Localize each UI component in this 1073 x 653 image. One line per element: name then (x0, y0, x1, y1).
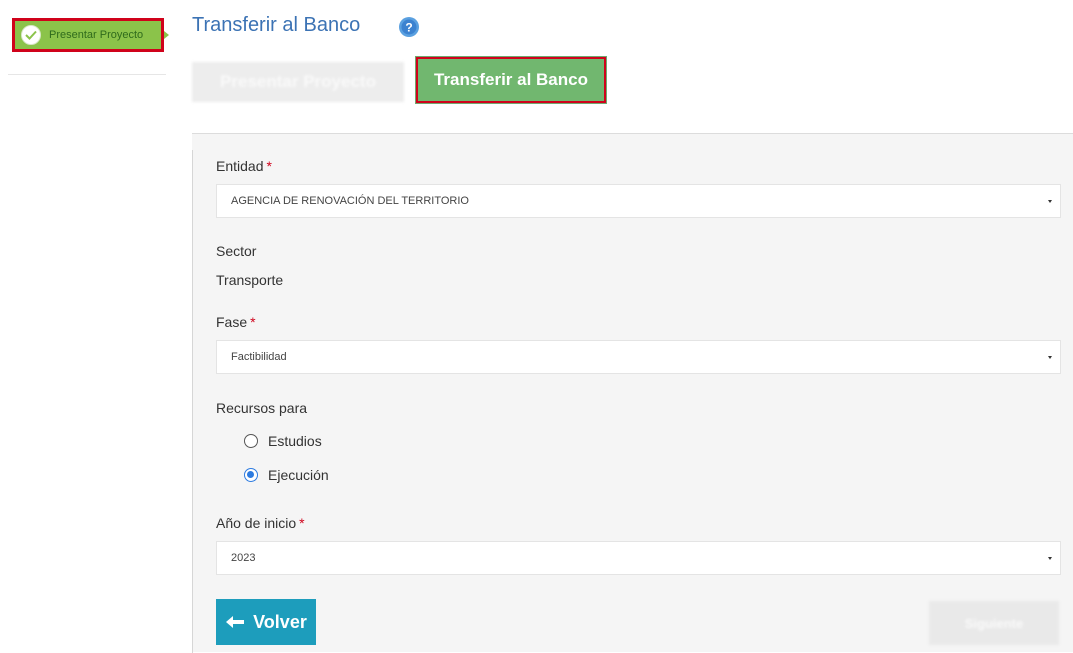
entidad-select-value: AGENCIA DE RENOVACIÓN DEL TERRITORIO (231, 195, 469, 207)
required-mark: * (250, 314, 256, 330)
help-icon[interactable]: ? (398, 16, 420, 38)
entidad-label: Entidad * (216, 158, 272, 174)
caret-down-icon (1048, 557, 1052, 560)
form-panel: Entidad * AGENCIA DE RENOVACIÓN DEL TERRI… (192, 133, 1073, 653)
required-mark: * (266, 158, 272, 174)
fase-label-text: Fase (216, 314, 248, 330)
caret-down-icon (1048, 356, 1052, 359)
anio-select-value: 2023 (231, 552, 256, 564)
back-button[interactable]: Volver (216, 599, 316, 645)
fase-select[interactable]: Factibilidad (216, 340, 1061, 374)
next-button[interactable]: Siguiente (929, 601, 1059, 645)
tab-transferir-al-banco[interactable]: Transferir al Banco (415, 56, 607, 104)
radio-ejecucion-label: Ejecución (268, 467, 329, 483)
sector-label: Sector (216, 243, 257, 259)
caret-down-icon (1048, 200, 1052, 203)
radio-estudios-circle[interactable] (244, 434, 258, 448)
step-arrow-icon (164, 31, 169, 39)
recursos-label: Recursos para (216, 400, 308, 416)
entidad-select[interactable]: AGENCIA DE RENOVACIÓN DEL TERRITORIO (216, 184, 1061, 218)
entidad-label-text: Entidad (216, 158, 264, 174)
sector-value: Transporte (216, 272, 284, 288)
tab-presentar-proyecto[interactable]: Presentar Proyecto (192, 62, 404, 102)
radio-estudios[interactable]: Estudios (244, 431, 322, 451)
radio-estudios-label: Estudios (268, 433, 322, 449)
fase-label: Fase * (216, 314, 256, 330)
back-button-label: Volver (253, 611, 307, 632)
sidebar-divider (8, 74, 166, 75)
required-mark: * (299, 515, 305, 531)
check-icon (21, 25, 41, 45)
svg-text:?: ? (405, 21, 412, 35)
arrow-left-icon (226, 616, 245, 628)
radio-ejecucion[interactable]: Ejecución (244, 465, 329, 485)
anio-label: Año de inicio * (216, 515, 305, 531)
fase-select-value: Factibilidad (231, 351, 287, 363)
panel-border (192, 150, 193, 653)
anio-select[interactable]: 2023 (216, 541, 1061, 575)
radio-ejecucion-circle[interactable] (244, 468, 258, 482)
sidebar-step-presentar-proyecto[interactable]: Presentar Proyecto (12, 18, 164, 52)
page-title: Transferir al Banco (192, 14, 361, 36)
sidebar-step-label: Presentar Proyecto (49, 29, 144, 41)
anio-label-text: Año de inicio (216, 515, 297, 531)
